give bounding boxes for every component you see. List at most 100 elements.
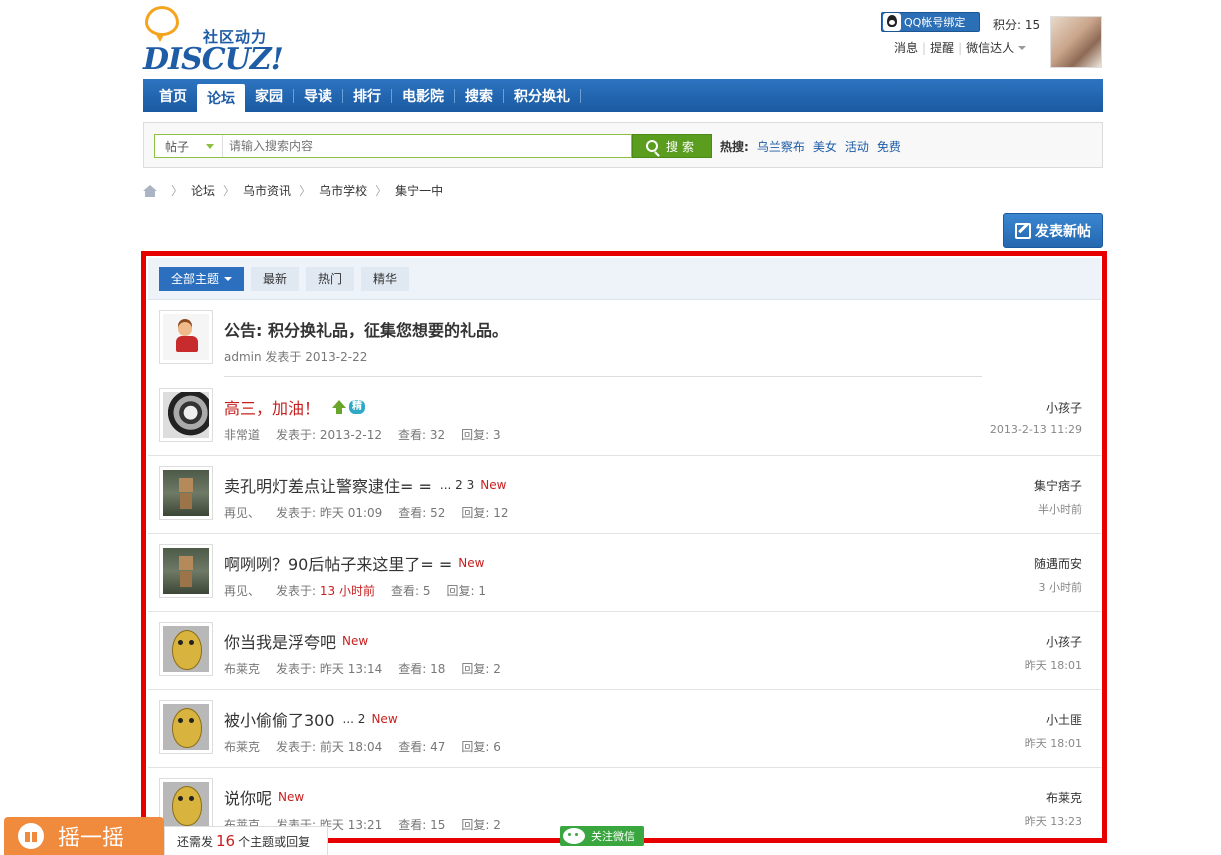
thread-pages[interactable]: ... 2 (343, 712, 366, 726)
thread-author-avatar[interactable] (159, 388, 213, 442)
nav-item-7[interactable]: 积分换礼 (504, 79, 580, 112)
last-reply-user[interactable]: 小土匪 (1046, 711, 1082, 728)
avatar (163, 704, 209, 750)
last-reply-user[interactable]: 小孩子 (1046, 399, 1082, 416)
wechat-follow-label: 关注微信 (591, 830, 635, 843)
search-type-label: 帖子 (165, 139, 190, 154)
nav-separator (580, 88, 581, 103)
thread-author[interactable]: 非常道 (224, 426, 260, 443)
thread-views: 查看: 47 (398, 740, 446, 754)
nav-item-3[interactable]: 导读 (294, 79, 342, 112)
thread-pages[interactable]: ... 2 3 (440, 478, 474, 492)
edit-icon (1015, 222, 1031, 239)
qq-bind-button[interactable]: QQ帐号绑定 (881, 12, 980, 32)
thread-title-text[interactable]: 被小偷偷了300 (224, 707, 335, 731)
table-row: 高三，加油！ 精非常道 发表于: 2013-2-12 查看: 32 回复: 3 小孩子 20… (148, 378, 1101, 456)
nav-item-4[interactable]: 排行 (343, 79, 391, 112)
search-type-select[interactable]: 帖子 (155, 135, 223, 157)
gift-icon (18, 823, 44, 849)
thread-replies: 回复: 12 (461, 506, 509, 520)
breadcrumb-schools[interactable]: 乌市学校 (319, 182, 367, 199)
last-reply-time[interactable]: 昨天 18:01 (1025, 735, 1082, 751)
remaining-posts-notice: 还需发 16 个主题或回复 (164, 826, 328, 855)
last-reply-time[interactable]: 半小时前 (1038, 501, 1082, 517)
thread-views: 查看: 15 (398, 818, 446, 832)
last-reply-user[interactable]: 小孩子 (1046, 633, 1082, 650)
filter-digest[interactable]: 精华 (361, 266, 410, 291)
last-reply-time[interactable]: 昨天 18:01 (1025, 657, 1082, 673)
thread-author[interactable]: 再见、 (224, 504, 260, 521)
thread-title: 高三，加油！ 精 (224, 395, 366, 419)
thread-title-text[interactable]: 你当我是浮夸吧 (224, 629, 336, 653)
user-avatar[interactable] (1050, 16, 1102, 68)
hot-searches: 热搜: 乌兰察布 美女 活动 免费 (720, 138, 901, 155)
hot-term-1[interactable]: 乌兰察布 (757, 138, 805, 155)
breadcrumb-forum[interactable]: 论坛 (191, 182, 215, 199)
nav-item-1[interactable]: 论坛 (197, 84, 245, 112)
thread-title: 啊咧咧？90后帖子来这里了= = New (224, 551, 484, 575)
avatar (163, 548, 209, 594)
thread-author[interactable]: 再见、 (224, 582, 260, 599)
thread-author-avatar[interactable] (159, 466, 213, 520)
new-thread-button[interactable]: 发表新帖 (1003, 213, 1103, 248)
last-reply-time[interactable]: 3 小时前 (1039, 579, 1083, 595)
last-reply-time[interactable]: 昨天 13:23 (1025, 813, 1082, 829)
notifications-link[interactable]: 提醒 (930, 39, 954, 56)
thread-author-avatar[interactable] (159, 778, 213, 832)
messages-link[interactable]: 消息 (894, 39, 918, 56)
filter-all-threads[interactable]: 全部主题 (159, 266, 245, 291)
search-input[interactable] (223, 136, 631, 156)
shake-widget[interactable]: 摇一摇 (4, 817, 164, 855)
chevron-down-icon[interactable] (1018, 45, 1027, 50)
digest-badge-icon: 精 (349, 400, 366, 414)
thread-author-avatar[interactable] (159, 544, 213, 598)
filter-latest[interactable]: 最新 (251, 266, 300, 291)
thread-author-avatar[interactable] (159, 700, 213, 754)
hot-term-2[interactable]: 美女 (813, 138, 837, 155)
breadcrumb-news[interactable]: 乌市资讯 (243, 182, 291, 199)
new-badge: New (371, 712, 398, 726)
filter-hot[interactable]: 热门 (306, 266, 355, 291)
new-badge: New (278, 790, 305, 804)
thread-title-text[interactable]: 高三，加油！ (224, 395, 320, 419)
thread-author-avatar[interactable] (159, 622, 213, 676)
thread-replies: 回复: 2 (461, 662, 501, 676)
nav-item-0[interactable]: 首页 (149, 79, 197, 112)
thread-author[interactable]: 布莱克 (224, 738, 260, 755)
hot-term-3[interactable]: 活动 (845, 138, 869, 155)
logo-bubble-tail (155, 33, 165, 42)
heat-up-icon (332, 400, 347, 414)
thread-title-text[interactable]: 啊咧咧？90后帖子来这里了= = (224, 551, 452, 575)
last-reply-user[interactable]: 集宁痞子 (1034, 477, 1082, 494)
thread-title-text[interactable]: 说你呢 (224, 785, 272, 809)
thread-title-text[interactable]: 卖孔明灯差点让警察逮住= = (224, 473, 432, 497)
thread-list: 全部主题 最新 热门 精华 公告: 积分换礼品，征集您想要的礼品。 admin … (148, 258, 1101, 838)
last-reply-user[interactable]: 随遇而安 (1034, 555, 1082, 572)
thread-meta: 布莱克 发表于: 昨天 13:14 查看: 18 回复: 2 (224, 660, 501, 677)
announcement-avatar[interactable] (159, 310, 213, 364)
wechat-follow-button[interactable]: 关注微信 (560, 826, 644, 846)
nav-item-5[interactable]: 电影院 (392, 79, 454, 112)
last-reply-user[interactable]: 布莱克 (1046, 789, 1082, 806)
new-thread-label: 发表新帖 (1035, 223, 1091, 240)
home-icon[interactable] (143, 184, 157, 197)
hot-term-4[interactable]: 免费 (877, 138, 901, 155)
wechat-icon (563, 828, 585, 844)
nav-item-2[interactable]: 家园 (245, 79, 293, 112)
user-points[interactable]: 积分: 15 (993, 16, 1040, 33)
breadcrumb-current[interactable]: 集宁一中 (395, 182, 443, 199)
search-button-label: 搜索 (665, 139, 698, 154)
discuz-logo[interactable]: 社区动力 DISCUZ! (143, 6, 284, 77)
thread-meta: 非常道 发表于: 2013-2-12 查看: 32 回复: 3 (224, 426, 501, 443)
admin-avatar-icon (163, 314, 209, 360)
hot-search-label: 热搜: (720, 140, 749, 154)
nav-item-6[interactable]: 搜索 (455, 79, 503, 112)
last-reply-time[interactable]: 2013-2-13 11:29 (990, 423, 1082, 436)
main-nav: 首页 论坛 家园 导读 排行 电影院 搜索 积分换礼 (143, 79, 1103, 112)
announcement-title[interactable]: 公告: 积分换礼品，征集您想要的礼品。 (224, 317, 508, 341)
search-button[interactable]: 搜索 (632, 134, 712, 158)
user-level-dropdown[interactable]: 微信达人 (966, 39, 1014, 56)
filter-all-label: 全部主题 (171, 272, 220, 286)
user-links: 消息 | 提醒 | 微信达人 (894, 39, 1027, 56)
thread-author[interactable]: 布莱克 (224, 660, 260, 677)
